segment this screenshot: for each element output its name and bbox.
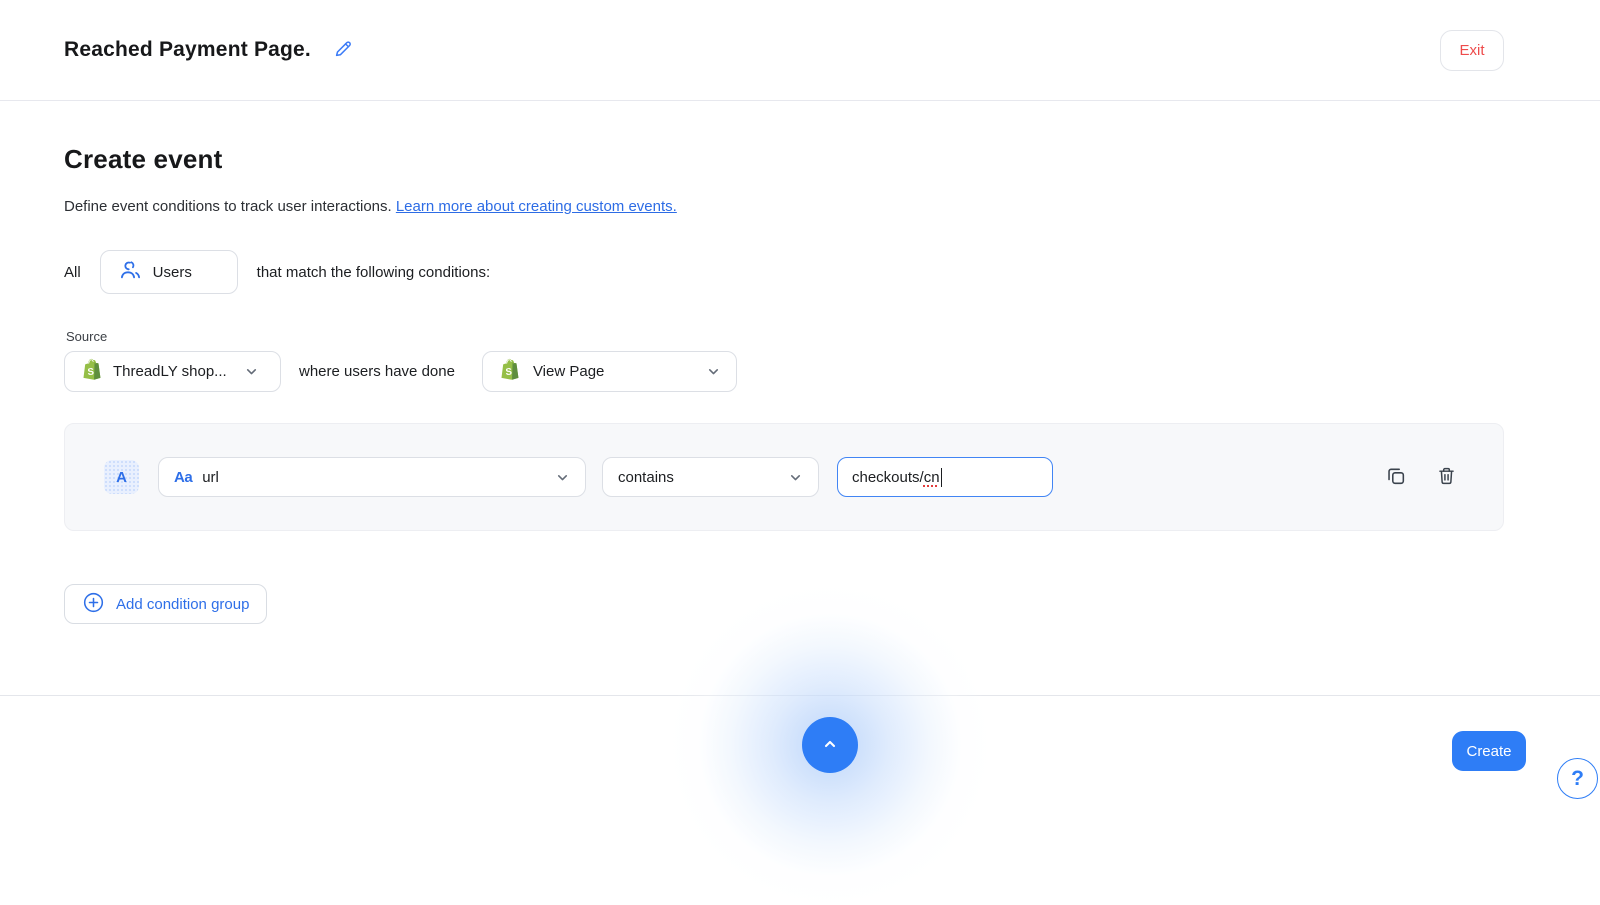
- create-event-form: Create event Define event conditions to …: [0, 144, 1600, 624]
- audience-selector[interactable]: Users: [99, 250, 238, 294]
- scroll-to-top-button[interactable]: [802, 717, 858, 773]
- add-condition-group-label: Add condition group: [116, 595, 250, 613]
- source-dropdown[interactable]: S ThreadLY shop...: [64, 351, 281, 392]
- audience-row: All Users that match the following condi…: [64, 250, 1504, 294]
- footer-divider: [0, 695, 1600, 696]
- condition-operator-dropdown[interactable]: contains: [602, 457, 819, 497]
- chevron-down-icon: [788, 470, 803, 485]
- chevron-up-icon: [821, 735, 839, 756]
- trash-icon: [1436, 465, 1457, 490]
- text-caret: [940, 467, 943, 487]
- source-dropdown-value: ThreadLY shop...: [113, 363, 227, 380]
- shopify-icon: S: [498, 358, 520, 386]
- condition-field-value: url: [202, 468, 219, 486]
- copy-icon: [1385, 465, 1407, 490]
- chevron-down-icon: [706, 364, 721, 379]
- description-text: Define event conditions to track user in…: [64, 198, 396, 215]
- condition-value-text: checkouts/: [852, 468, 924, 486]
- source-row: S ThreadLY shop... where users have done…: [64, 351, 1504, 392]
- event-type-dropdown-value: View Page: [532, 363, 605, 380]
- description: Define event conditions to track user in…: [64, 198, 1504, 215]
- source-label: Source: [66, 329, 108, 344]
- help-button[interactable]: ?: [1557, 758, 1598, 799]
- event-type-dropdown[interactable]: S View Page: [481, 351, 737, 392]
- top-bar: Reached Payment Page. Exit: [0, 0, 1600, 101]
- shopify-icon: S: [80, 358, 102, 386]
- audience-suffix-label: that match the following conditions:: [256, 263, 491, 281]
- audience-selector-value: Users: [152, 263, 192, 281]
- condition-group: A Aa url contains checkouts/cn: [64, 423, 1504, 531]
- duplicate-condition-button[interactable]: [1385, 465, 1407, 490]
- plus-circle-icon: [82, 591, 105, 618]
- learn-more-link[interactable]: Learn more about creating custom events.: [396, 198, 677, 215]
- text-type-icon: Aa: [174, 468, 193, 486]
- users-icon: [118, 258, 142, 286]
- source-section: Source S ThreadLY shop... where users ha…: [64, 329, 1504, 392]
- pencil-icon: [333, 39, 353, 62]
- condition-value-input[interactable]: checkouts/cn: [837, 457, 1053, 497]
- chevron-down-icon: [555, 470, 570, 485]
- condition-operator-value: contains: [618, 468, 674, 486]
- question-mark-icon: ?: [1571, 766, 1584, 790]
- condition-row-actions: [1385, 465, 1457, 490]
- event-name-title: Reached Payment Page.: [64, 38, 311, 61]
- page-heading: Create event: [64, 144, 223, 174]
- exit-button[interactable]: Exit: [1440, 29, 1504, 71]
- create-button[interactable]: Create: [1452, 731, 1526, 771]
- delete-condition-button[interactable]: [1436, 465, 1457, 490]
- connector-text: where users have done: [299, 363, 455, 380]
- add-condition-group-button[interactable]: Add condition group: [64, 584, 268, 624]
- condition-group-badge: A: [104, 460, 139, 494]
- condition-field-dropdown[interactable]: Aa url: [158, 457, 586, 497]
- audience-prefix-label: All: [64, 263, 81, 281]
- edit-event-name-button[interactable]: [333, 39, 353, 62]
- condition-value-misspelled: cn: [923, 468, 940, 486]
- chevron-down-icon: [244, 364, 259, 379]
